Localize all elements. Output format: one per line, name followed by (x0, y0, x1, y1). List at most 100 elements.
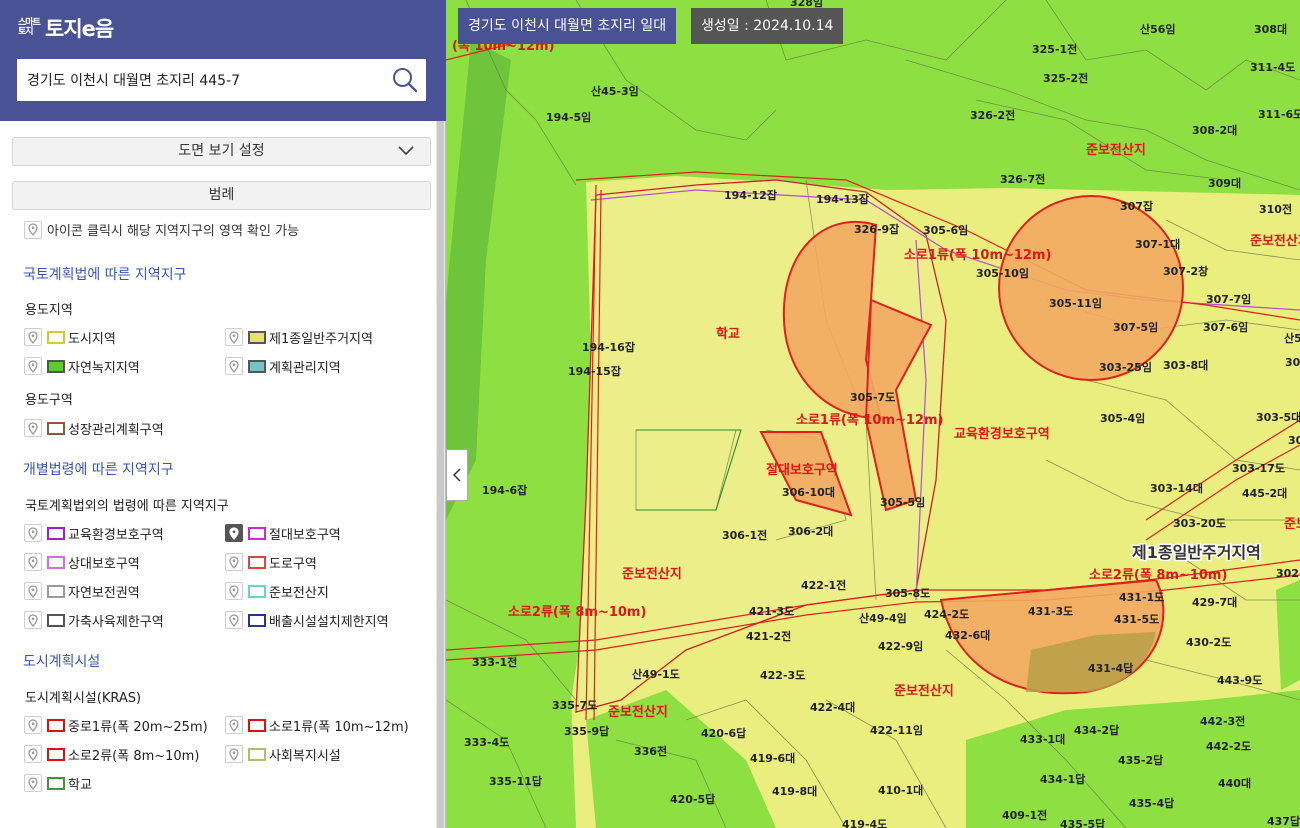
pin-icon[interactable] (24, 611, 42, 629)
legend-hint: 아이콘 클릭시 해당 지역지구의 영역 확인 가능 (24, 220, 299, 239)
parcel-label: 303-14대 (1150, 481, 1203, 495)
parcel-label: 산58- (1284, 331, 1300, 345)
legend-item-rel[interactable]: 상대보호구역 (24, 552, 140, 572)
label-forest-2: 준보전산지 (622, 566, 682, 582)
swatch (248, 747, 266, 761)
legend-item-small-road1[interactable]: 소로1류(폭 10m~12m) (225, 715, 409, 735)
pin-icon[interactable] (24, 716, 42, 734)
parcel-label: 310전 (1259, 202, 1292, 216)
buffer-circle-east (998, 195, 1184, 381)
parcel-label: 305-5임 (880, 496, 925, 509)
parcel-label: 431-4답 (1088, 661, 1133, 675)
parcel-label: 443-9도 (1217, 674, 1262, 687)
parcel-label: 307-7임 (1206, 293, 1251, 306)
legend-item-label: 배출시설설치제한지역 (269, 614, 389, 630)
parcel-label: 433-1대 (1020, 732, 1065, 746)
pin-icon[interactable] (225, 524, 243, 542)
legend-item-middle-road[interactable]: 중로1류(폭 20m~25m) (24, 715, 208, 735)
pin-icon[interactable] (225, 553, 243, 571)
parcel-label: 442-3전 (1200, 714, 1245, 728)
parcel-label: 311-6도 (1258, 108, 1300, 121)
legend-item-green[interactable]: 자연녹지지역 (24, 356, 140, 376)
parcel-label: 307-1대 (1135, 237, 1180, 251)
parcel-label: 440대 (1218, 776, 1251, 790)
swatch (47, 776, 65, 790)
pin-icon[interactable] (24, 357, 42, 375)
pin-icon[interactable] (225, 582, 243, 600)
parcel-label: 422-4대 (810, 700, 855, 714)
label-forest-1: 준보전산지 (1086, 142, 1146, 158)
pin-icon[interactable] (24, 745, 42, 763)
pin-icon[interactable] (24, 328, 42, 346)
parcel-label: 419-6대 (750, 751, 795, 765)
parcel-label: 308-2대 (1192, 123, 1237, 137)
parcel-label: 409-1전 (1002, 808, 1047, 822)
parcel-label: 424-2도 (924, 608, 969, 621)
sidebar-header: 스마트 토지 토지e음 (0, 0, 446, 121)
logo-mark: 스마트 토지 (18, 18, 41, 37)
sidebar-scrollbar[interactable] (436, 121, 445, 828)
logo[interactable]: 스마트 토지 토지e음 (18, 13, 114, 43)
parcel-label: 194-5임 (546, 111, 591, 124)
pin-icon[interactable] (24, 582, 42, 600)
pin-icon[interactable] (24, 553, 42, 571)
label-road-s1-a: 소로1류(폭 10m~12m) (904, 248, 1051, 263)
legend-item-road[interactable]: 도로구역 (225, 552, 317, 572)
parcel-label: 303-25임 (1099, 361, 1152, 374)
pin-icon[interactable] (225, 716, 243, 734)
legend-item-growth[interactable]: 성장관리계획구역 (24, 418, 164, 438)
parcel-label: 419-8대 (772, 784, 817, 798)
pin-icon[interactable] (24, 774, 42, 792)
pin-icon[interactable] (225, 611, 243, 629)
pin-icon[interactable] (24, 524, 42, 542)
parcel-label: 410-1대 (878, 783, 923, 797)
legend-item-livestock[interactable]: 가축사육제한구역 (24, 610, 164, 630)
swatch (248, 718, 266, 732)
legend-header[interactable]: 범례 (12, 181, 431, 210)
parcel-label: 194-15잡 (568, 364, 621, 378)
legend-item-quasi-forest[interactable]: 준보전산지 (225, 581, 329, 601)
section-individual: 개별법령에 따른 지역지구 (23, 462, 174, 478)
legend-item-welfare[interactable]: 사회복지시설 (225, 744, 341, 764)
legend-item-small-road2[interactable]: 소로2류(폭 8m~10m) (24, 744, 199, 764)
parcel-label: 산49-1도 (632, 667, 680, 681)
search-button[interactable] (384, 59, 426, 101)
pin-icon[interactable] (225, 357, 243, 375)
pin-icon[interactable] (225, 328, 243, 346)
parcel-label: 429-7대 (1192, 595, 1237, 609)
section-national: 국토계획법에 따른 지역지구 (23, 267, 187, 283)
parcel-label: 422-9임 (878, 640, 923, 653)
legend-item-label: 상대보호구역 (68, 556, 140, 572)
parcel-label: 419-4도 (842, 818, 887, 828)
sub-use-zone: 용도지역 (25, 303, 73, 318)
map-canvas[interactable]: 학교 교육환경보호구역 절대보호구역 준보전산지 준보전산지 준보전산지 준보전… (446, 0, 1300, 828)
legend-item-res1[interactable]: 제1종일반주거지역 (225, 327, 373, 347)
map-svg[interactable]: 학교 교육환경보호구역 절대보호구역 준보전산지 준보전산지 준보전산지 준보전… (446, 0, 1300, 828)
parcel-label: 326-7전 (1000, 172, 1045, 186)
label-forest-6: 준보전산지 (1284, 516, 1300, 532)
legend-item-school[interactable]: 학교 (24, 773, 92, 793)
legend-item-abs[interactable]: 절대보호구역 (225, 523, 341, 543)
legend-item-label: 소로2류(폭 8m~10m) (68, 748, 200, 764)
parcel-label: 306-10대 (782, 485, 835, 499)
swatch (248, 555, 266, 569)
swatch (248, 584, 266, 598)
search-input[interactable] (17, 60, 384, 100)
pin-icon[interactable] (225, 745, 243, 763)
swatch (47, 555, 65, 569)
legend-item-edu[interactable]: 교육환경보호구역 (24, 523, 164, 543)
parcel-label: 431-5도 (1114, 613, 1159, 626)
scrollbar-thumb[interactable] (437, 121, 444, 828)
legend-item-plan-mgmt[interactable]: 계획관리지역 (225, 356, 341, 376)
view-settings-toggle[interactable]: 도면 보기 설정 (12, 137, 431, 166)
legend-item-nature-pres[interactable]: 자연보전권역 (24, 581, 140, 601)
label-road-s2-b: 소로2류(폭 8m~10m) (1089, 568, 1227, 583)
collapse-panel-button[interactable] (446, 449, 468, 501)
legend-item-urban-area[interactable]: 도시지역 (24, 327, 116, 347)
parcel-label: 194-13잡 (816, 192, 869, 206)
parcel-label: 305-4임 (1100, 412, 1145, 425)
parcel-label: 산49-4임 (859, 611, 907, 625)
legend-item-emission[interactable]: 배출시설설치제한지역 (225, 610, 389, 630)
chevron-left-icon (453, 468, 461, 482)
pin-icon[interactable] (24, 419, 42, 437)
